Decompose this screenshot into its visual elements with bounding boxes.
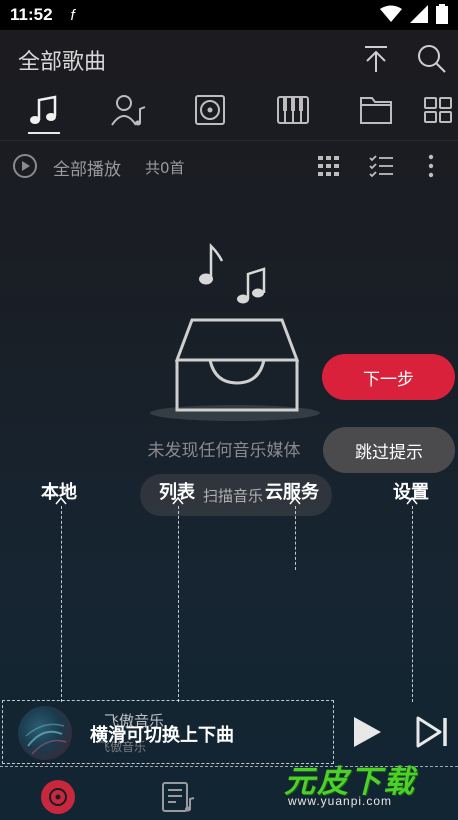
skip-tips-button[interactable]: 跳过提示 [323,427,455,473]
tab-more[interactable] [415,88,458,132]
multi-select-icon[interactable] [368,153,394,179]
wifi-icon [380,5,402,22]
grid-icon [424,97,452,123]
status-time: 11:52 [10,5,53,24]
guide-caret-icon [172,497,184,505]
scan-music-label: 扫描音乐 [203,487,264,505]
guide-dashed-line [412,506,413,702]
tab-albums[interactable] [187,88,233,132]
tab-songs[interactable] [22,88,68,132]
piano-icon [277,96,309,124]
play-all-button[interactable]: 全部播放 [53,155,121,180]
sort-icon[interactable] [360,42,392,74]
guide-caret-icon [406,497,418,505]
swipe-tip-text: 横滑可切换上下曲 [90,725,234,746]
folder-icon [360,97,392,124]
category-tabs [0,88,458,136]
song-count: 共0首 [145,159,185,177]
guide-dashed-line [61,506,62,702]
disc-icon[interactable] [38,777,78,817]
artist-icon [111,95,146,126]
next-step-button[interactable]: 下一步 [322,354,455,400]
app-header: 全部歌曲 [0,30,458,88]
active-tab-indicator [28,132,60,134]
guide-dashed-line [178,506,179,702]
album-art-pattern-icon [25,723,67,755]
watermark-logo: 元皮下载 www.yuanpi.com [276,748,456,818]
status-icons [380,4,448,24]
search-icon[interactable] [416,42,448,74]
battery-icon [436,4,448,24]
signal-icon [410,5,428,23]
tab-folders[interactable] [353,88,399,132]
tab-genres[interactable] [270,88,316,132]
more-options-icon[interactable] [418,153,444,179]
watermark-url: www.yuanpi.com [288,794,393,808]
tab-artists[interactable] [106,88,152,132]
play-all-row: 全部播放 共0首 [0,140,458,190]
album-art[interactable] [18,706,72,760]
guide-caret-icon [289,497,301,505]
empty-box-illustration [150,242,320,421]
album-icon [195,95,225,125]
status-bar: 11:52 f [0,0,458,30]
playlist-icon[interactable] [157,777,197,817]
next-track-icon[interactable] [415,714,449,750]
play-icon[interactable] [350,714,384,750]
grid-view-icon[interactable] [316,153,342,179]
page-title: 全部歌曲 [18,49,107,74]
notification-icon: f [70,6,75,24]
play-all-icon[interactable] [12,153,38,179]
guide-caret-icon [55,497,67,505]
music-note-icon [30,95,57,124]
guide-dashed-line [295,506,296,570]
